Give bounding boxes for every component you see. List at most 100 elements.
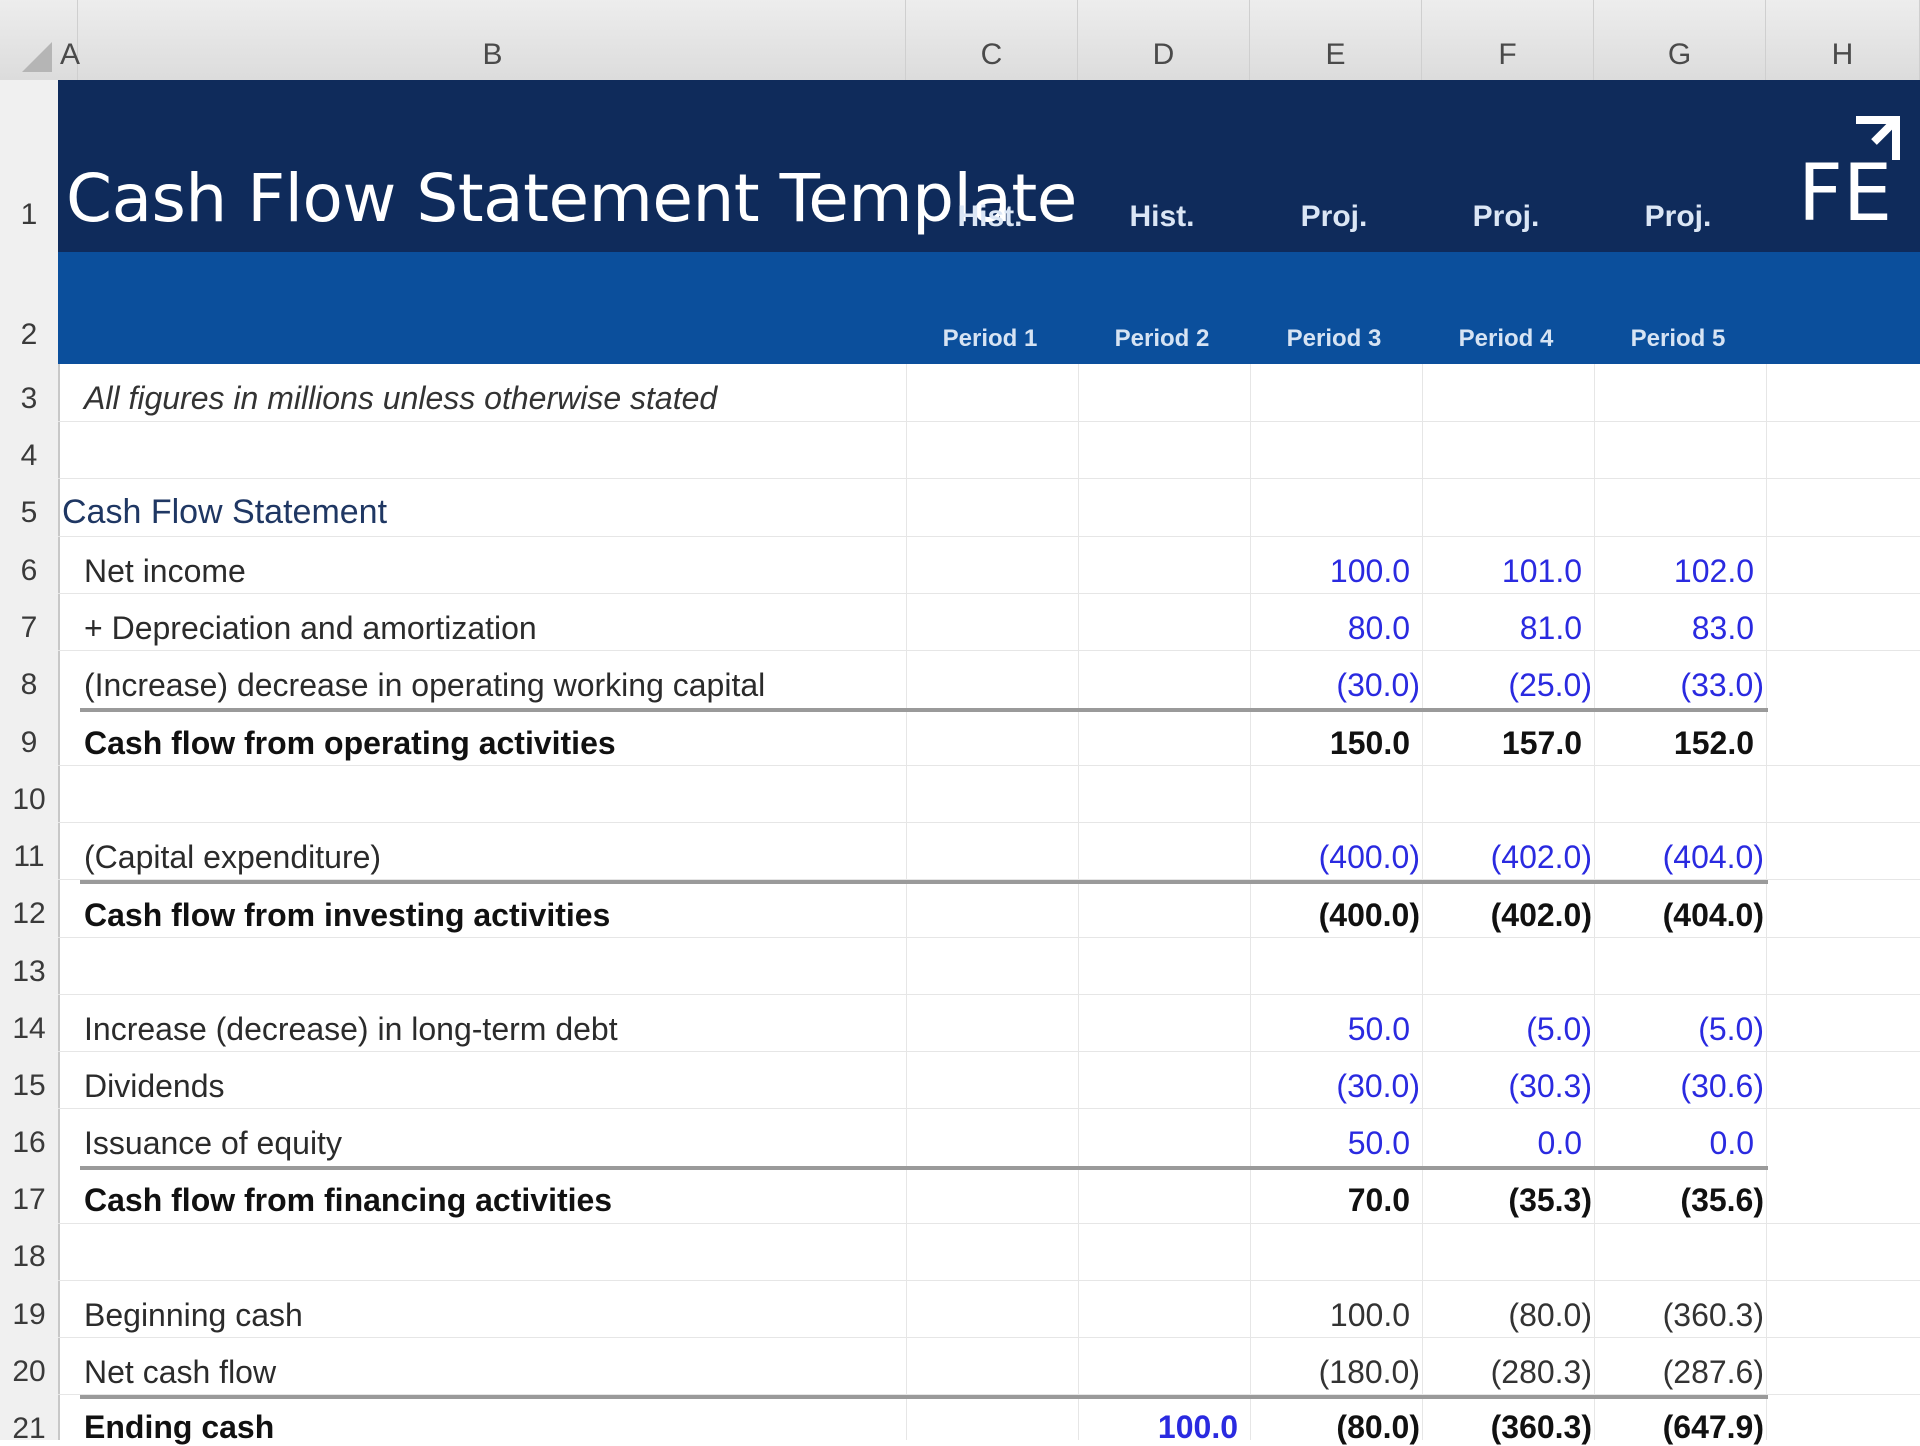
row-label-debt[interactable]: Increase (decrease) in long-term debt bbox=[84, 1011, 618, 1048]
row-label-working-capital[interactable]: (Increase) decrease in operating working… bbox=[84, 667, 765, 704]
row-header[interactable]: 4 bbox=[0, 439, 58, 473]
cell-net-income-e[interactable]: 100.0 bbox=[1270, 553, 1410, 590]
row-header[interactable]: 7 bbox=[0, 611, 58, 645]
row-header[interactable]: 14 bbox=[0, 1012, 58, 1046]
select-all-corner[interactable] bbox=[0, 0, 58, 80]
row-header[interactable]: 9 bbox=[0, 726, 58, 760]
row-header[interactable]: 17 bbox=[0, 1183, 58, 1217]
row-header[interactable]: 8 bbox=[0, 668, 58, 702]
cell-dividends-e[interactable]: (30.0) bbox=[1280, 1068, 1420, 1105]
row-label-ending-cash[interactable]: Ending cash bbox=[84, 1411, 274, 1443]
header-type-f: Proj. bbox=[1472, 200, 1540, 233]
cell-net-income-f[interactable]: 101.0 bbox=[1442, 553, 1582, 590]
header-type-c: Hist. bbox=[957, 200, 1023, 233]
cell-capex-g[interactable]: (404.0) bbox=[1624, 839, 1764, 876]
row-header-bar: 1 2 3 4 5 6 7 8 9 10 11 12 13 14 15 16 1… bbox=[0, 80, 60, 1445]
row-header[interactable]: 6 bbox=[0, 554, 58, 588]
row-header[interactable]: 10 bbox=[0, 783, 58, 817]
period-label-e: Period 3 bbox=[1286, 325, 1382, 352]
section-title[interactable]: Cash Flow Statement bbox=[62, 493, 387, 532]
cell-cff-e[interactable]: 70.0 bbox=[1270, 1182, 1410, 1219]
cell-beginning-cash-f[interactable]: (80.0) bbox=[1452, 1297, 1592, 1334]
row-header[interactable]: 5 bbox=[0, 496, 58, 530]
row-label-cff[interactable]: Cash flow from financing activities bbox=[84, 1182, 612, 1219]
fe-logo-icon: FE bbox=[1798, 116, 1900, 232]
cell-net-income-g[interactable]: 102.0 bbox=[1614, 553, 1754, 590]
row-header[interactable]: 16 bbox=[0, 1126, 58, 1160]
cell-working-capital-g[interactable]: (33.0) bbox=[1624, 667, 1764, 704]
cell-debt-f[interactable]: (5.0) bbox=[1452, 1011, 1592, 1048]
row-label-net-income[interactable]: Net income bbox=[84, 553, 246, 590]
cell-equity-e[interactable]: 50.0 bbox=[1270, 1125, 1410, 1162]
header-type-g: Proj. bbox=[1644, 200, 1712, 233]
column-header-b[interactable]: B bbox=[80, 0, 906, 80]
row-label-net-cash-flow[interactable]: Net cash flow bbox=[84, 1354, 276, 1391]
row-header[interactable]: 1 bbox=[0, 198, 58, 232]
row-header[interactable]: 11 bbox=[0, 840, 58, 874]
column-header-h[interactable]: H bbox=[1766, 0, 1920, 80]
cell-cff-f[interactable]: (35.3) bbox=[1452, 1182, 1592, 1219]
cell-ending-cash-e[interactable]: (80.0) bbox=[1280, 1411, 1420, 1443]
subtotal-rule bbox=[80, 708, 1768, 712]
cell-working-capital-f[interactable]: (25.0) bbox=[1452, 667, 1592, 704]
header-type-d: Hist. bbox=[1129, 200, 1195, 233]
row-header[interactable]: 21 bbox=[0, 1412, 58, 1446]
cell-ending-cash-f[interactable]: (360.3) bbox=[1452, 1411, 1592, 1443]
subtotal-rule bbox=[80, 1395, 1768, 1399]
row-header[interactable]: 19 bbox=[0, 1298, 58, 1332]
column-header-a[interactable]: A bbox=[58, 0, 80, 80]
cell-dividends-f[interactable]: (30.3) bbox=[1452, 1068, 1592, 1105]
cell-cfi-f[interactable]: (402.0) bbox=[1452, 897, 1592, 934]
cell-cfo-e[interactable]: 150.0 bbox=[1270, 725, 1410, 762]
cell-net-cash-flow-f[interactable]: (280.3) bbox=[1452, 1354, 1592, 1391]
row-header[interactable]: 18 bbox=[0, 1240, 58, 1274]
cell-cfi-g[interactable]: (404.0) bbox=[1624, 897, 1764, 934]
row-header[interactable]: 15 bbox=[0, 1069, 58, 1103]
row-label-beginning-cash[interactable]: Beginning cash bbox=[84, 1297, 303, 1334]
row-header[interactable]: 2 bbox=[0, 318, 58, 352]
cell-dep-amort-e[interactable]: 80.0 bbox=[1270, 610, 1410, 647]
cell-beginning-cash-g[interactable]: (360.3) bbox=[1624, 1297, 1764, 1334]
cell-debt-g[interactable]: (5.0) bbox=[1624, 1011, 1764, 1048]
cell-net-cash-flow-e[interactable]: (180.0) bbox=[1280, 1354, 1420, 1391]
cell-equity-g[interactable]: 0.0 bbox=[1614, 1125, 1754, 1162]
column-header-c[interactable]: C bbox=[906, 0, 1078, 80]
cell-cfo-g[interactable]: 152.0 bbox=[1614, 725, 1754, 762]
period-label-g: Period 5 bbox=[1630, 325, 1726, 352]
cell-cfi-e[interactable]: (400.0) bbox=[1280, 897, 1420, 934]
cell-dep-amort-f[interactable]: 81.0 bbox=[1442, 610, 1582, 647]
row-header[interactable]: 20 bbox=[0, 1355, 58, 1389]
cell-cff-g[interactable]: (35.6) bbox=[1624, 1182, 1764, 1219]
cell-ending-cash-g[interactable]: (647.9) bbox=[1624, 1411, 1764, 1443]
cell-cfo-f[interactable]: 157.0 bbox=[1442, 725, 1582, 762]
cell-dividends-g[interactable]: (30.6) bbox=[1624, 1068, 1764, 1105]
spreadsheet: A B C D E F G H 1 2 3 4 5 6 7 8 9 10 11 … bbox=[0, 0, 1920, 1445]
cell-net-cash-flow-g[interactable]: (287.6) bbox=[1624, 1354, 1764, 1391]
column-header-f[interactable]: F bbox=[1422, 0, 1594, 80]
units-note[interactable]: All figures in millions unless otherwise… bbox=[84, 380, 717, 417]
row-header[interactable]: 3 bbox=[0, 382, 58, 416]
row-label-cfo[interactable]: Cash flow from operating activities bbox=[84, 725, 616, 762]
row-label-dep-amort[interactable]: + Depreciation and amortization bbox=[84, 610, 537, 647]
column-header-e[interactable]: E bbox=[1250, 0, 1422, 80]
cell-beginning-cash-e[interactable]: 100.0 bbox=[1270, 1297, 1410, 1334]
svg-text:FE: FE bbox=[1798, 149, 1892, 232]
row-header[interactable]: 13 bbox=[0, 955, 58, 989]
row-label-cfi[interactable]: Cash flow from investing activities bbox=[84, 897, 610, 934]
header-type-e: Proj. bbox=[1300, 200, 1368, 233]
column-header-d[interactable]: D bbox=[1078, 0, 1250, 80]
cell-dep-amort-g[interactable]: 83.0 bbox=[1614, 610, 1754, 647]
row-label-dividends[interactable]: Dividends bbox=[84, 1068, 225, 1105]
cell-working-capital-e[interactable]: (30.0) bbox=[1280, 667, 1420, 704]
row-header[interactable]: 12 bbox=[0, 897, 58, 931]
period-label-f: Period 4 bbox=[1458, 325, 1554, 352]
row-label-capex[interactable]: (Capital expenditure) bbox=[84, 839, 381, 876]
subtotal-rule bbox=[80, 1166, 1768, 1170]
cell-capex-f[interactable]: (402.0) bbox=[1452, 839, 1592, 876]
column-header-g[interactable]: G bbox=[1594, 0, 1766, 80]
row-label-equity[interactable]: Issuance of equity bbox=[84, 1125, 342, 1162]
cell-debt-e[interactable]: 50.0 bbox=[1270, 1011, 1410, 1048]
cell-ending-cash-d[interactable]: 100.0 bbox=[1098, 1411, 1238, 1443]
cell-capex-e[interactable]: (400.0) bbox=[1280, 839, 1420, 876]
cell-equity-f[interactable]: 0.0 bbox=[1442, 1125, 1582, 1162]
